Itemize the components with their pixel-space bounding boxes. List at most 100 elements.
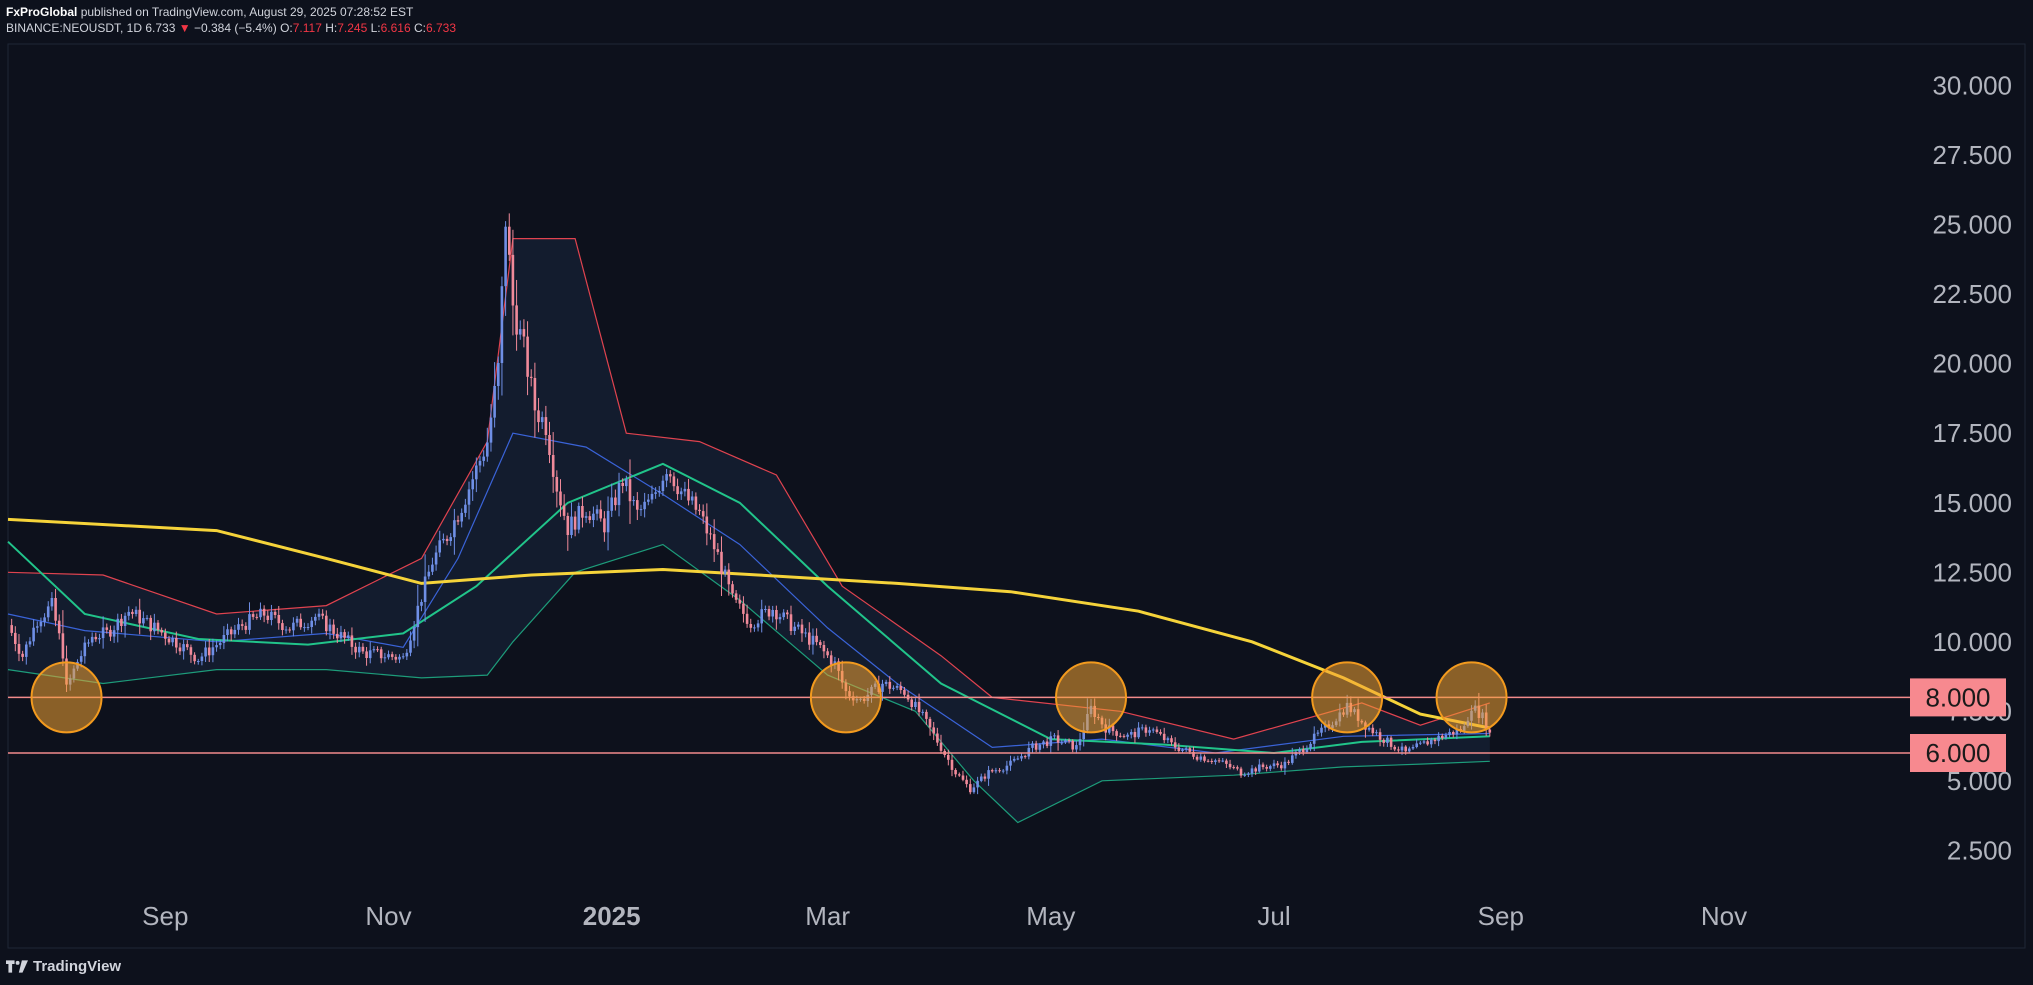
candle-body xyxy=(998,770,1001,772)
candle-body xyxy=(1173,742,1177,748)
candle-body xyxy=(760,609,763,624)
candle-body xyxy=(1236,767,1239,769)
candle-body xyxy=(343,632,346,638)
candle-body xyxy=(811,635,815,645)
candle-body xyxy=(815,635,818,643)
candle-body xyxy=(160,630,163,633)
candle-body xyxy=(1144,727,1148,733)
candle-body xyxy=(1382,739,1385,743)
candle-body xyxy=(976,780,979,788)
candle-body xyxy=(950,759,954,770)
candle-body xyxy=(284,629,288,631)
candle-body xyxy=(1038,744,1042,750)
candle-body xyxy=(756,623,760,628)
candle-body xyxy=(720,551,723,574)
candle-body xyxy=(101,627,105,639)
candle-body xyxy=(939,742,943,751)
candle-body xyxy=(336,633,339,639)
candle-body xyxy=(537,410,540,423)
candle-body xyxy=(175,637,178,648)
candle-body xyxy=(383,657,387,659)
candle-body xyxy=(1119,735,1122,737)
candle-body xyxy=(690,496,694,501)
time-axis[interactable]: Sep Nov 2025 Mar May Jul Sep Nov xyxy=(142,901,1747,931)
candle-body xyxy=(193,654,196,662)
candle-body xyxy=(1034,743,1038,750)
candle-body xyxy=(767,609,771,617)
candle-body xyxy=(921,711,924,713)
candle xyxy=(745,604,749,628)
candle-body xyxy=(910,699,913,707)
candle-body xyxy=(379,649,383,659)
candle-body xyxy=(460,512,463,522)
candle-body xyxy=(522,329,526,337)
candle-body xyxy=(1316,732,1320,734)
price-chart[interactable]: 30.000 27.500 25.000 22.500 20.000 17.500 15.0… xyxy=(0,0,2033,985)
candle-body xyxy=(259,608,262,618)
candle-body xyxy=(734,593,738,600)
candle-body xyxy=(314,616,317,621)
candle-body xyxy=(1162,733,1166,741)
candle-body xyxy=(1064,740,1067,743)
candle-body xyxy=(288,629,291,631)
candle-body xyxy=(87,642,90,644)
candle-body xyxy=(932,727,935,734)
candle-body xyxy=(478,460,482,466)
highlight-circle xyxy=(30,661,103,734)
highlight-circle xyxy=(1055,661,1128,734)
candle-body xyxy=(1312,733,1316,744)
candle-body xyxy=(559,491,562,506)
candle-body xyxy=(449,537,452,541)
candle-body xyxy=(204,647,207,657)
tradingview-footer[interactable]: TradingView xyxy=(6,958,121,975)
candle-body xyxy=(548,435,551,455)
candle-body xyxy=(658,491,661,493)
candle-body xyxy=(270,611,273,620)
candle-body xyxy=(10,625,13,633)
candle-body xyxy=(573,516,577,530)
candle-body xyxy=(727,569,731,585)
candle-body xyxy=(936,733,939,743)
price-tick-label: 22.500 xyxy=(1932,279,2012,309)
candle xyxy=(972,783,976,794)
candle-body xyxy=(928,718,932,728)
candle-body xyxy=(1148,730,1151,733)
candle-body xyxy=(1386,737,1389,743)
candle-body xyxy=(39,621,43,627)
candle-body xyxy=(500,286,504,363)
candle-body xyxy=(358,646,361,653)
candle-body xyxy=(592,513,595,520)
candle-body xyxy=(994,770,998,772)
candle-body xyxy=(321,613,324,616)
candle-body xyxy=(1393,746,1396,750)
highlight-circle xyxy=(1435,661,1508,734)
candle-body xyxy=(1400,746,1404,751)
candle-body xyxy=(1441,735,1444,739)
candle-body xyxy=(745,613,749,624)
candle-body xyxy=(1071,740,1074,750)
candle-body xyxy=(1280,765,1283,769)
candle-body xyxy=(390,654,394,657)
candle-body xyxy=(339,632,343,639)
candle-body xyxy=(310,620,313,627)
candle xyxy=(248,602,251,635)
candle-body xyxy=(1049,736,1053,746)
candle-body xyxy=(317,613,321,617)
candle-body xyxy=(1309,743,1312,749)
candle-body xyxy=(464,504,467,513)
candle-body xyxy=(1433,739,1437,742)
candle-body xyxy=(819,642,822,645)
candle-body xyxy=(778,617,782,620)
candle-body xyxy=(1258,764,1261,772)
candle-body xyxy=(207,647,211,656)
candle-body xyxy=(354,646,357,653)
candle-body xyxy=(1130,732,1133,735)
candle-body xyxy=(1075,745,1078,750)
candle-body xyxy=(679,491,683,495)
candle-body xyxy=(1367,727,1371,730)
candle-body xyxy=(138,609,141,624)
candle-body xyxy=(1397,749,1400,751)
candle-body xyxy=(508,226,511,255)
candle-body xyxy=(295,618,299,623)
candle-body xyxy=(1452,732,1455,735)
